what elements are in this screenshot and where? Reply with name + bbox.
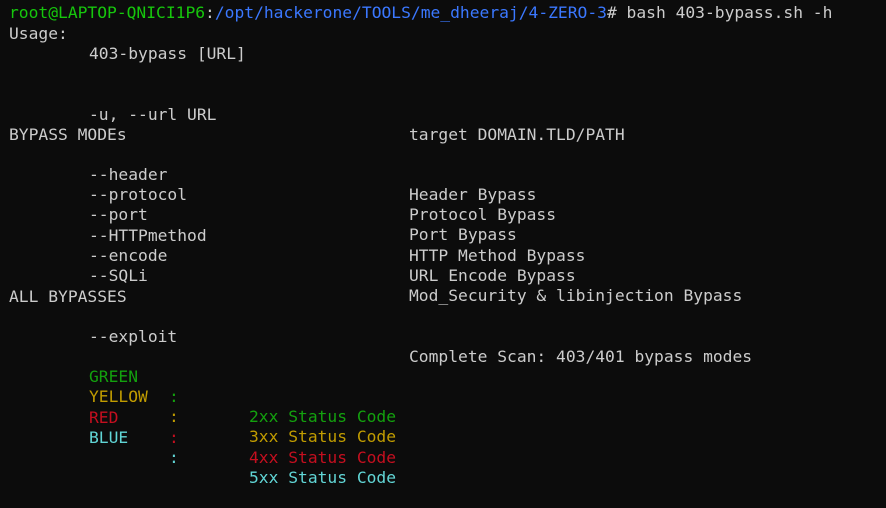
legend-status: 3xx Status Code (249, 427, 397, 446)
bypass-mode-row: --HTTPmethod HTTP Method Bypass (0, 206, 886, 265)
usage-option-flag: -u, --url URL (89, 105, 217, 124)
bypass-mode-row: --protocol Protocol Bypass (0, 165, 886, 224)
legend-colon: : (169, 428, 179, 447)
bypass-modes-heading: BYPASS MODEs (9, 125, 127, 144)
prompt-user-host: root@LAPTOP-QNICI1P6 (9, 3, 206, 22)
legend-row-red: RED : 4xx Status Code (0, 388, 886, 467)
exploit-flag: --exploit (89, 327, 178, 346)
usage-option-desc: target DOMAIN.TLD/PATH (409, 125, 625, 144)
usage-syntax: 403-bypass [URL] (89, 44, 246, 63)
all-bypasses-heading: ALL BYPASSES (9, 287, 127, 306)
legend-name: BLUE (89, 428, 129, 447)
usage-option-row: -u, --url URL target DOMAIN.TLD/PATH (0, 85, 886, 144)
legend-status: 4xx Status Code (249, 448, 397, 467)
bypass-mode-row: --port Port Bypass (0, 185, 886, 244)
bypass-mode-row: --header Header Bypass (0, 145, 886, 204)
bypass-mode-row: --encode URL Encode Bypass (0, 226, 886, 285)
all-bypasses-row: --exploit Complete Scan: 403/401 bypass … (0, 307, 886, 366)
usage-heading: Usage: (9, 24, 68, 43)
prompt-path: /opt/hackerone/TOOLS/me_dheeraj/4-ZERO-3 (214, 3, 607, 22)
legend-row-green: GREEN : 2xx Status Code (0, 347, 886, 426)
prompt-command: # bash 403-bypass.sh -h (606, 3, 833, 22)
bypass-mode-desc: Mod_Security & libinjection Bypass (409, 286, 743, 305)
legend-status: 5xx Status Code (249, 468, 397, 487)
legend-row-yellow: YELLOW : 3xx Status Code (0, 367, 886, 446)
legend-row-blue: BLUE : 5xx Status Code (0, 408, 886, 487)
legend-colon: : (169, 448, 179, 467)
bypass-mode-flag: --SQLi (89, 266, 148, 285)
prompt-colon: : (205, 3, 215, 22)
bypass-mode-row: --SQLi Mod_Security & libinjection Bypas… (0, 246, 886, 305)
prompt-line: root@LAPTOP-QNICI1P6:/opt/hackerone/TOOL… (9, 3, 832, 23)
terminal-window[interactable]: root@LAPTOP-QNICI1P6:/opt/hackerone/TOOL… (0, 0, 886, 487)
bypass-mode-desc: URL Encode Bypass (409, 266, 576, 285)
